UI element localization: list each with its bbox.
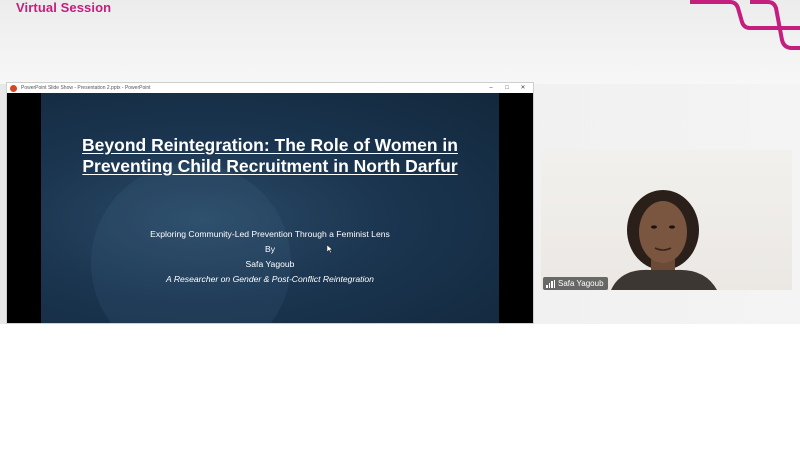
participant-name: Safa Yagoub — [558, 279, 604, 288]
slide-viewport: Beyond Reintegration: The Role of Women … — [7, 93, 533, 323]
brand-logo-icon — [690, 0, 800, 50]
screen-share-window: PowerPoint Slide Show - Presentation 2.p… — [6, 82, 534, 324]
slide-title: Beyond Reintegration: The Role of Women … — [82, 135, 458, 176]
slide-subtitle: Exploring Community-Led Prevention Throu… — [150, 229, 390, 239]
participant-video — [611, 190, 717, 290]
minimize-button[interactable]: – — [487, 83, 495, 93]
slide-by: By — [264, 244, 276, 254]
slide-author: Safa Yagoub — [245, 259, 295, 269]
window-title: PowerPoint Slide Show - Presentation 2.p… — [21, 85, 151, 91]
powerpoint-app-icon — [10, 84, 17, 92]
maximize-button[interactable]: □ — [503, 83, 511, 93]
window-titlebar: PowerPoint Slide Show - Presentation 2.p… — [7, 83, 533, 93]
slide-background-shape — [91, 163, 291, 323]
close-button[interactable]: ✕ — [519, 83, 527, 93]
slide[interactable]: Beyond Reintegration: The Role of Women … — [41, 93, 499, 323]
signal-bars-icon — [546, 279, 555, 288]
webcam-tile[interactable]: Safa Yagoub — [541, 150, 792, 290]
window-controls: – □ ✕ — [487, 83, 527, 93]
participant-name-tag: Safa Yagoub — [543, 277, 608, 290]
mouse-cursor-icon — [327, 245, 333, 253]
top-banner: Virtual Session — [0, 0, 800, 84]
session-label: Virtual Session — [16, 0, 112, 15]
slide-author-role: A Researcher on Gender & Post-Conflict R… — [166, 274, 374, 284]
